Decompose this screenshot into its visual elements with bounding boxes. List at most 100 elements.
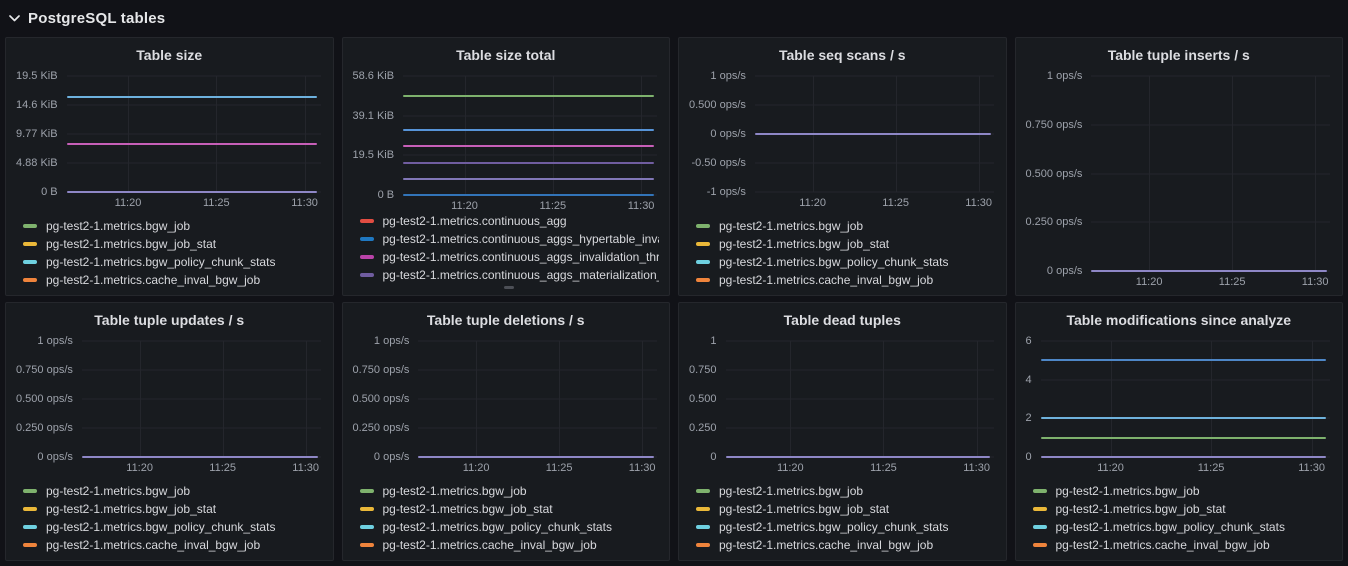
legend-item[interactable]: pg-test2-1.metrics.bgw_policy_chunk_stat… <box>696 518 996 536</box>
legend-item[interactable]: pg-test2-1.metrics.bgw_job <box>23 482 323 500</box>
x-tick-label: 11:25 <box>209 462 236 474</box>
y-tick-label: 0.750 ops/s <box>353 364 410 376</box>
legend: pg-test2-1.metrics.bgw_jobpg-test2-1.met… <box>353 475 660 554</box>
h-gridline <box>418 341 657 342</box>
legend-item[interactable]: pg-test2-1.metrics.bgw_job_stat <box>23 500 323 518</box>
series-line <box>403 162 654 164</box>
plot-area[interactable] <box>1041 341 1332 457</box>
legend-label: pg-test2-1.metrics.bgw_policy_chunk_stat… <box>46 520 275 534</box>
legend-item[interactable]: pg-test2-1.metrics.bgw_policy_chunk_stat… <box>1033 518 1333 536</box>
v-gridline <box>140 341 141 457</box>
y-axis: 1 ops/s0.750 ops/s0.500 ops/s0.250 ops/s… <box>16 341 82 475</box>
x-tick-label: 11:20 <box>1136 276 1163 288</box>
panel-table-seq-scans: Table seq scans / s 1 ops/s0.500 ops/s0 … <box>678 37 1007 296</box>
plot-area[interactable] <box>67 76 323 192</box>
x-tick-label: 11:30 <box>292 462 319 474</box>
legend-label: pg-test2-1.metrics.bgw_job <box>46 484 190 498</box>
panel-title[interactable]: Table seq scans / s <box>689 43 996 67</box>
x-tick-label: 11:30 <box>1302 276 1329 288</box>
series-color-swatch <box>23 260 37 264</box>
v-gridline <box>1315 76 1316 271</box>
h-gridline <box>418 428 657 429</box>
legend-item[interactable]: pg-test2-1.metrics.bgw_job <box>696 482 996 500</box>
legend-label: pg-test2-1.metrics.bgw_policy_chunk_stat… <box>383 520 612 534</box>
x-axis: 11:2011:2511:30 <box>403 195 659 213</box>
legend-item[interactable]: pg-test2-1.metrics.bgw_policy_chunk_stat… <box>696 253 996 271</box>
panel-grid: Table size 19.5 KiB14.6 KiB9.77 KiB4.88 … <box>5 37 1343 561</box>
legend-item[interactable]: pg-test2-1.metrics.cache_inval_bgw_job <box>1033 536 1333 554</box>
plot-area[interactable] <box>1091 76 1332 271</box>
legend-item[interactable]: pg-test2-1.metrics.bgw_job_stat <box>360 500 660 518</box>
legend-label: pg-test2-1.metrics.continuous_agg <box>383 214 567 228</box>
plot-area[interactable] <box>82 341 323 457</box>
legend-item[interactable]: pg-test2-1.metrics.bgw_job_stat <box>23 235 323 253</box>
time-series-chart: 19.5 KiB14.6 KiB9.77 KiB4.88 KiB0 B 19.5… <box>16 67 323 210</box>
plot-area[interactable] <box>418 341 659 457</box>
legend-item[interactable]: pg-test2-1.metrics.bgw_job <box>1033 482 1333 500</box>
legend: pg-test2-1.metrics.continuous_agg pg-test… <box>353 213 660 289</box>
time-series-chart: 1 ops/s0.750 ops/s0.500 ops/s0.250 ops/s… <box>353 332 660 475</box>
plot-area[interactable] <box>726 341 996 457</box>
y-tick-label: 19.5 KiB <box>16 70 58 82</box>
y-tick-label: -0.50 ops/s <box>691 157 745 169</box>
series-color-swatch <box>360 219 374 223</box>
panel-table-size-total: Table size total 58.6 KiB39.1 KiB19.5 Ki… <box>342 37 671 296</box>
series-color-swatch <box>360 237 374 241</box>
series-line <box>403 145 654 147</box>
series-color-swatch <box>360 489 374 493</box>
v-gridline <box>216 76 217 192</box>
x-tick-label: 11:30 <box>291 197 318 209</box>
h-gridline <box>82 428 321 429</box>
y-tick-label: 2 <box>1026 412 1032 424</box>
y-tick-label: 0.250 ops/s <box>1026 216 1083 228</box>
legend-item[interactable]: pg-test2-1.metrics.bgw_policy_chunk_stat… <box>23 253 323 271</box>
y-tick-label: 4.88 KiB <box>16 157 58 169</box>
plot-area[interactable] <box>755 76 996 192</box>
legend-item[interactable]: pg-test2-1.metrics.continuous_agg <box>360 213 660 230</box>
panel-title[interactable]: Table tuple inserts / s <box>1026 43 1333 67</box>
y-tick-label: 0 <box>1026 451 1032 463</box>
row-header-postgresql-tables[interactable]: PostgreSQL tables <box>7 4 1343 32</box>
y-tick-label: -1 ops/s <box>707 186 746 198</box>
legend-label: pg-test2-1.metrics.cache_inval_bgw_job <box>46 273 260 287</box>
h-gridline <box>726 370 994 371</box>
legend-item[interactable]: pg-test2-1.metrics.cache_inval_bgw_job <box>360 536 660 554</box>
legend-scroll-indicator <box>504 286 514 289</box>
legend-item[interactable]: pg-test2-1.metrics.bgw_job <box>360 482 660 500</box>
h-gridline <box>1041 341 1330 342</box>
panel-title[interactable]: Table tuple deletions / s <box>353 308 660 332</box>
panel-title[interactable]: Table size total <box>353 43 660 67</box>
y-tick-label: 0.500 ops/s <box>16 393 73 405</box>
h-gridline <box>1041 379 1330 380</box>
legend-item[interactable]: pg-test2-1.metrics.bgw_job_stat <box>1033 500 1333 518</box>
legend-item[interactable]: pg-test2-1.metrics.bgw_job_stat <box>696 500 996 518</box>
legend-item[interactable]: pg-test2-1.metrics.bgw_policy_chunk_stat… <box>360 518 660 536</box>
legend-item[interactable]: pg-test2-1.metrics.bgw_job <box>23 217 323 235</box>
legend-item[interactable]: pg-test2-1.metrics.bgw_policy_chunk_stat… <box>23 518 323 536</box>
y-axis: 1 ops/s0.750 ops/s0.500 ops/s0.250 ops/s… <box>1026 76 1092 289</box>
legend-item[interactable]: pg-test2-1.metrics.continuous_aggs_hyper… <box>360 230 660 248</box>
panel-title[interactable]: Table dead tuples <box>689 308 996 332</box>
plot-area[interactable] <box>403 76 659 195</box>
legend: pg-test2-1.metrics.bgw_jobpg-test2-1.met… <box>1026 475 1333 554</box>
panel-title[interactable]: Table modifications since analyze <box>1026 308 1333 332</box>
legend-item[interactable]: pg-test2-1.metrics.continuous_aggs_inval… <box>360 248 660 266</box>
legend-item[interactable]: pg-test2-1.metrics.bgw_job_stat <box>696 235 996 253</box>
series-color-swatch <box>360 255 374 259</box>
panel-title[interactable]: Table size <box>16 43 323 67</box>
x-tick-label: 11:25 <box>870 462 897 474</box>
series-color-swatch <box>696 224 710 228</box>
panel-title[interactable]: Table tuple updates / s <box>16 308 323 332</box>
legend-item[interactable]: pg-test2-1.metrics.cache_inval_bgw_job <box>696 271 996 289</box>
panel-table-size: Table size 19.5 KiB14.6 KiB9.77 KiB4.88 … <box>5 37 334 296</box>
y-axis: 58.6 KiB39.1 KiB19.5 KiB0 B 58.6 KiB <box>353 76 404 213</box>
time-series-chart: 10.7500.5000.2500 0.750 11:2011:2511:30 <box>689 332 996 475</box>
legend-item[interactable]: pg-test2-1.metrics.cache_inval_bgw_job <box>23 536 323 554</box>
series-color-swatch <box>696 242 710 246</box>
legend-item[interactable]: pg-test2-1.metrics.cache_inval_bgw_job <box>23 271 323 289</box>
series-color-swatch <box>360 525 374 529</box>
legend-item[interactable]: pg-test2-1.metrics.continuous_aggs_mater… <box>360 266 660 284</box>
series-color-swatch <box>696 278 710 282</box>
legend-item[interactable]: pg-test2-1.metrics.bgw_job <box>696 217 996 235</box>
legend-item[interactable]: pg-test2-1.metrics.cache_inval_bgw_job <box>696 536 996 554</box>
